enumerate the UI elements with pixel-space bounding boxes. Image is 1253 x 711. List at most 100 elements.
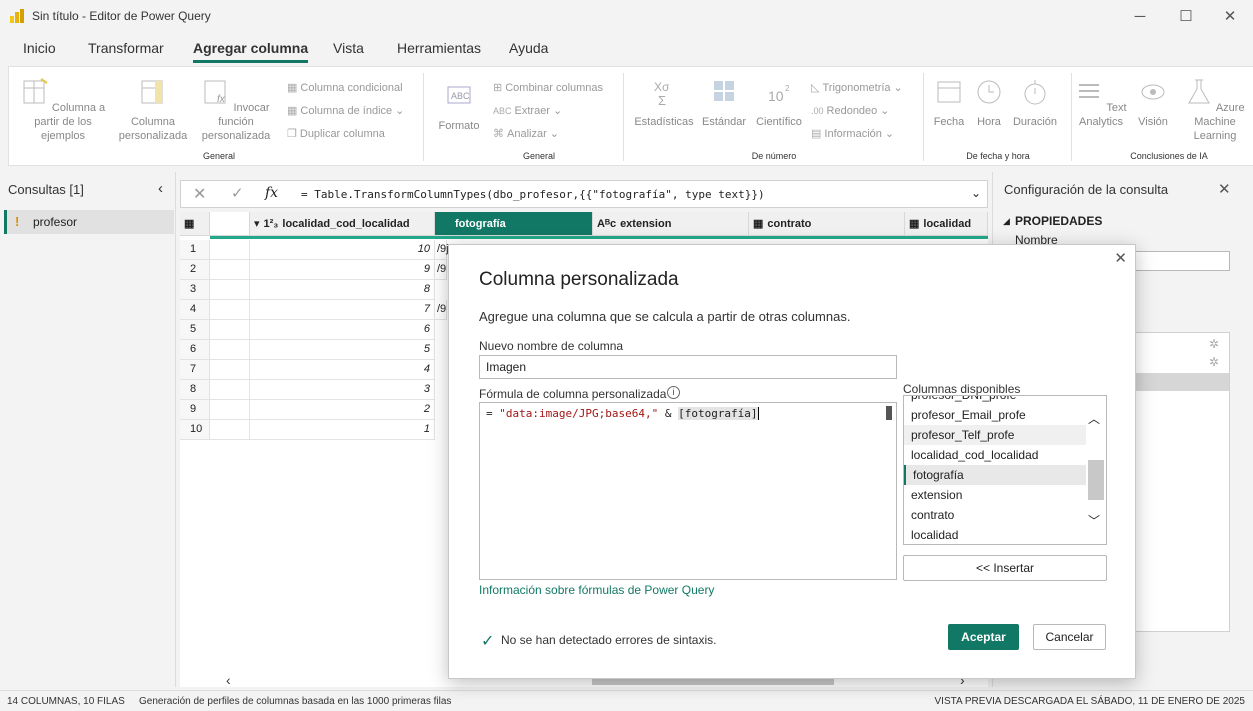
info-icon[interactable]: i — [667, 386, 680, 399]
group-label-general: General — [202, 151, 236, 161]
table-cell[interactable]: 9 — [250, 260, 435, 280]
table-cell — [210, 360, 250, 380]
maximize-button[interactable]: ☐ — [1163, 0, 1209, 32]
table-cell[interactable]: 6 — [250, 320, 435, 340]
column-header-localidad-cod[interactable]: ▾ 1²₃ localidad_cod_localidad — [250, 212, 435, 236]
tab-agregar-columna[interactable]: Agregar columna — [193, 40, 309, 63]
applied-step-selected[interactable] — [1129, 373, 1229, 391]
tab-herramientas[interactable]: Herramientas — [397, 40, 481, 56]
table-cell[interactable]: 4 — [250, 360, 435, 380]
table-cell[interactable]: 7 — [250, 300, 435, 320]
tab-inicio[interactable]: Inicio — [23, 40, 56, 56]
format-button[interactable]: ABC Formato — [433, 81, 485, 133]
gear-icon[interactable]: ✲ — [1209, 337, 1219, 351]
standard-button[interactable]: Estándar — [699, 77, 749, 129]
custom-column-button[interactable]: Columna personalizada — [117, 77, 189, 143]
list-item[interactable]: extension — [904, 485, 1086, 505]
column-header-fotografia[interactable]: fotografía — [435, 212, 593, 236]
query-item-profesor[interactable]: ! profesor — [4, 210, 174, 234]
custom-column-label: Columna personalizada — [118, 116, 188, 142]
table-cell[interactable]: 1 — [250, 420, 435, 440]
column-header-extension[interactable]: Aᴮc extension — [593, 212, 749, 236]
tab-ayuda[interactable]: Ayuda — [509, 40, 548, 56]
tab-vista[interactable]: Vista — [333, 40, 364, 56]
column-header-blank[interactable] — [210, 212, 250, 236]
formula-label: Fórmula de columna personalizada — [479, 387, 667, 401]
index-column-button[interactable]: ▦ Columna de índice ⌄ — [287, 104, 404, 118]
table-cell[interactable]: 3 — [250, 380, 435, 400]
scroll-left-icon[interactable]: ‹ — [226, 672, 231, 688]
vision-button[interactable]: Visión — [1129, 77, 1177, 129]
column-header-label: contrato — [767, 217, 812, 230]
duration-button[interactable]: Duración — [1009, 77, 1061, 129]
scroll-down-icon[interactable]: ﹀ — [1088, 512, 1100, 529]
extract-button[interactable]: ABC Extraer ⌄ — [493, 104, 562, 118]
list-item[interactable]: contrato — [904, 505, 1086, 525]
tab-transformar[interactable]: Transformar — [88, 40, 164, 56]
list-item[interactable]: profesor_Email_profe — [904, 405, 1086, 425]
minimize-button[interactable]: ─ — [1117, 0, 1163, 32]
formula-string: "data:image/JPG;base64," — [499, 407, 659, 420]
power-icon: 10 2 — [768, 84, 790, 104]
list-item[interactable]: profesor_DNI_profe — [904, 396, 1086, 405]
close-icon[interactable]: ✕ — [1218, 180, 1231, 198]
merge-columns-label: Combinar columnas — [505, 81, 604, 94]
row-number: 7 — [180, 360, 210, 380]
scroll-up-icon[interactable]: ︿ — [1088, 410, 1100, 427]
column-from-examples-button[interactable]: Columna a partir de los ejemplos — [13, 77, 113, 143]
table-cell[interactable]: 2 — [250, 400, 435, 420]
table-cell[interactable]: 8 — [250, 280, 435, 300]
chevron-down-icon[interactable]: ▾ — [254, 217, 260, 230]
name-input[interactable] — [1128, 251, 1230, 271]
column-header-localidad[interactable]: ▦ localidad — [905, 212, 988, 236]
queries-pane: Consultas [1] ‹ ! profesor — [0, 172, 176, 687]
cancel-x-icon[interactable]: ✕ — [193, 184, 206, 204]
new-column-name-input[interactable]: Imagen — [479, 355, 897, 379]
table-cell[interactable]: /9 — [435, 300, 447, 320]
scientific-button[interactable]: 10 2 Científico — [751, 77, 807, 129]
close-icon[interactable]: ✕ — [1114, 249, 1127, 267]
group-label-general-2: General — [522, 151, 556, 161]
formula-text[interactable]: = Table.TransformColumnTypes(dbo_profeso… — [301, 188, 765, 201]
checkmark-icon[interactable]: ✓ — [231, 184, 244, 202]
statistics-button[interactable]: Xσ Σ Estadísticas — [631, 77, 697, 129]
table-cell[interactable]: /9 — [435, 260, 447, 280]
duplicate-column-button[interactable]: ❐ Duplicar columna — [287, 127, 385, 141]
accept-button[interactable]: Aceptar — [948, 624, 1019, 650]
formula-scrollbar[interactable] — [886, 406, 892, 420]
insert-button[interactable]: << Insertar — [903, 555, 1107, 581]
invoke-function-button[interactable]: fx Invocar función personalizada — [193, 77, 279, 143]
cancel-button[interactable]: Cancelar — [1033, 624, 1106, 650]
triangle-icon[interactable]: ◢ — [1003, 216, 1010, 227]
date-button[interactable]: Fecha — [929, 77, 969, 129]
text-analytics-button[interactable]: Text Analytics — [1075, 77, 1127, 129]
merge-columns-button[interactable]: ⊞ Combinar columnas — [493, 81, 604, 95]
list-scrollbar-thumb[interactable] — [1088, 460, 1104, 500]
table-cell[interactable]: 5 — [250, 340, 435, 360]
list-item[interactable]: localidad_cod_localidad — [904, 445, 1086, 465]
trigonometry-button[interactable]: ◺ Trigonometría ⌄ — [811, 81, 903, 95]
table-cell[interactable]: 10 — [250, 240, 435, 260]
table-cell[interactable]: /9j/4AAQSkZJRgABAQEA... — [435, 240, 575, 260]
power-query-help-link[interactable]: Información sobre fórmulas de Power Quer… — [479, 583, 714, 597]
time-button[interactable]: Hora — [971, 77, 1007, 129]
applied-steps-list: ✲ ✲ — [1128, 332, 1230, 632]
list-item[interactable]: localidad — [904, 525, 1086, 544]
table-menu-icon[interactable]: ▦ — [180, 212, 210, 236]
azure-ml-button[interactable]: Azure Machine Learning — [1177, 77, 1253, 143]
column-header-contrato[interactable]: ▦ contrato — [749, 212, 905, 236]
list-item[interactable]: profesor_Telf_profe — [904, 425, 1086, 445]
collapse-icon[interactable]: ‹ — [158, 180, 163, 197]
close-button[interactable]: ✕ — [1207, 0, 1253, 32]
status-profiling[interactable]: Generación de perfiles de columnas basad… — [139, 696, 451, 707]
chevron-down-icon[interactable]: ⌄ — [971, 186, 981, 200]
parse-button[interactable]: ⌘ Analizar ⌄ — [493, 127, 559, 141]
formula-editor[interactable]: = "data:image/JPG;base64," & [fotografía… — [479, 402, 897, 580]
rounding-button[interactable]: .00 Redondeo ⌄ — [811, 104, 890, 118]
table-cell — [210, 340, 250, 360]
conditional-column-button[interactable]: ▦ Columna condicional — [287, 81, 403, 95]
horizontal-scrollbar[interactable] — [592, 679, 834, 685]
list-item-selected[interactable]: fotografía — [904, 465, 1086, 485]
gear-icon[interactable]: ✲ — [1209, 355, 1219, 369]
information-button[interactable]: ▤ Información ⌄ — [811, 127, 894, 141]
